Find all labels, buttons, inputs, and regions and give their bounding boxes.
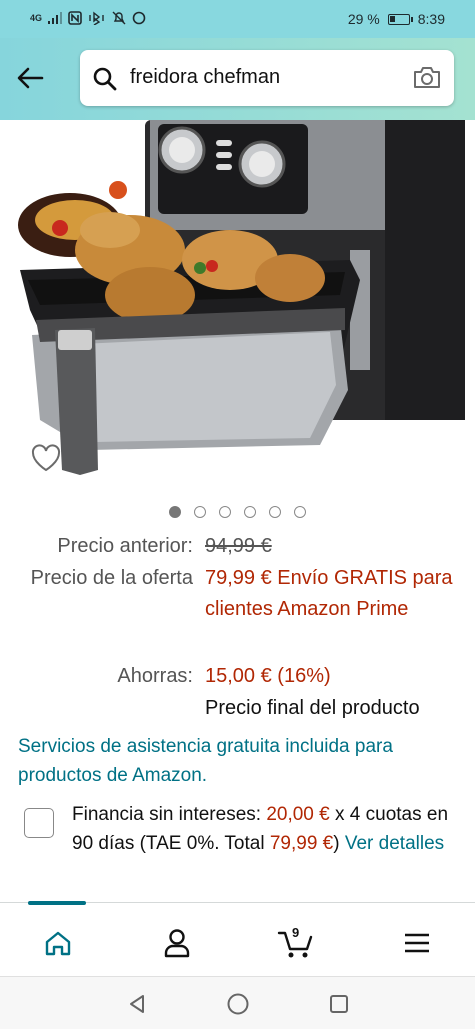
air-fryer-photo — [18, 120, 465, 475]
active-tab-indicator — [28, 901, 86, 905]
system-recents-button[interactable] — [326, 991, 352, 1017]
heart-icon — [31, 444, 61, 472]
hamburger-menu-icon — [405, 933, 429, 953]
status-bar: 4G 29 % 8:39 — [0, 0, 475, 38]
services-link[interactable]: Servicios de asistencia gratuita incluid… — [18, 732, 458, 790]
carousel-dot[interactable] — [219, 506, 231, 518]
mute-icon — [112, 11, 126, 25]
camera-icon[interactable] — [412, 64, 442, 90]
battery-icon — [387, 13, 413, 25]
carousel-dot[interactable] — [194, 506, 206, 518]
financing-details-link[interactable]: Ver detalles — [345, 833, 444, 854]
square-recents-icon — [330, 995, 348, 1013]
final-price-note: Precio final del producto — [205, 697, 420, 719]
financing-total: 79,99 € — [269, 833, 334, 854]
carousel-dots[interactable] — [0, 506, 475, 518]
user-icon — [164, 929, 190, 958]
status-icons-left: 4G — [30, 11, 146, 25]
offer-price-row: Precio de la oferta 79,99 € Envío GRATIS… — [0, 563, 475, 659]
circle-home-icon — [227, 993, 249, 1015]
financing-checkbox[interactable] — [24, 808, 54, 838]
search-icon — [93, 67, 117, 91]
nfc-icon — [68, 11, 82, 25]
offer-price-value: 79,99 € — [205, 567, 272, 589]
nav-home[interactable] — [38, 923, 78, 963]
home-icon — [45, 931, 71, 956]
financing-amount: 20,00 € — [266, 804, 330, 825]
system-back-button[interactable] — [124, 991, 150, 1017]
savings-label: Ahorras: — [117, 665, 193, 687]
offer-price-label: Precio de la oferta — [30, 567, 193, 589]
wishlist-button[interactable] — [24, 436, 68, 480]
search-header — [0, 38, 475, 120]
status-icons-right: 29 % 8:39 — [348, 11, 445, 27]
signal-icon — [48, 12, 63, 24]
previous-price-value: 94,99 € — [205, 535, 272, 557]
product-image[interactable] — [0, 120, 475, 495]
network-indicator: 4G — [30, 13, 43, 23]
offer-price-block: 79,99 € Envío GRATIS para clientes Amazo… — [205, 563, 460, 625]
carousel-dot[interactable] — [269, 506, 281, 518]
carousel-dot[interactable] — [294, 506, 306, 518]
nav-menu[interactable] — [397, 923, 437, 963]
final-price-note-row: Precio final del producto — [0, 693, 475, 724]
previous-price-label: Precio anterior: — [57, 535, 193, 557]
carousel-dot[interactable] — [244, 506, 256, 518]
battery-percent: 29 % — [347, 11, 380, 27]
financing-text-3: ) — [333, 833, 345, 854]
arrow-left-icon — [17, 67, 44, 89]
savings-value: 15,00 € (16%) — [205, 665, 331, 687]
bluetooth-vibrate-icon — [89, 11, 104, 25]
savings-row: Ahorras: 15,00 € (16%) — [0, 661, 475, 692]
system-home-button[interactable] — [225, 991, 251, 1017]
triangle-back-icon — [130, 995, 144, 1013]
financing-text: Financia sin intereses: 20,00 € x 4 cuot… — [72, 800, 452, 858]
system-navigation-bar — [0, 976, 475, 1029]
previous-price-row: Precio anterior: 94,99 € — [0, 531, 475, 562]
search-box[interactable] — [80, 50, 454, 106]
cart-count-badge: 9 — [292, 925, 300, 940]
carousel-dot[interactable] — [169, 506, 181, 518]
clock: 8:39 — [417, 11, 445, 27]
circle-status-icon — [132, 11, 146, 25]
bottom-nav: 9 — [0, 901, 475, 976]
back-button[interactable] — [12, 60, 48, 96]
nav-account[interactable] — [157, 923, 197, 963]
nav-cart[interactable]: 9 — [276, 923, 316, 963]
financing-text-1: Financia sin intereses: — [72, 804, 267, 825]
search-input[interactable] — [130, 66, 390, 89]
